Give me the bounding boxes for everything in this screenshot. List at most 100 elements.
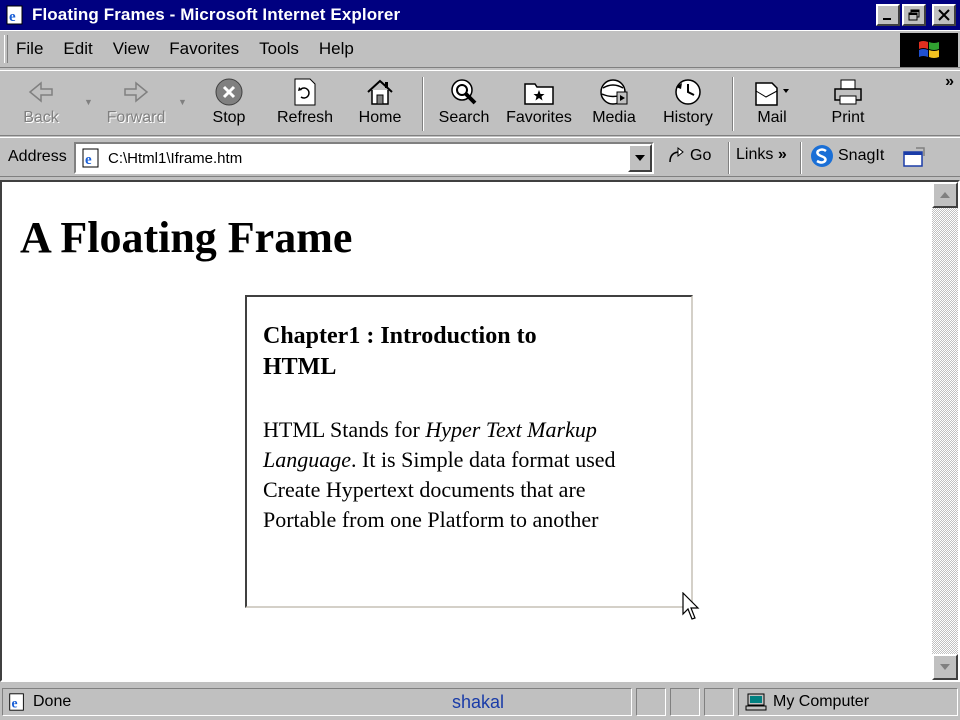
- restore-button[interactable]: [902, 4, 926, 26]
- zone-text: My Computer: [773, 693, 870, 710]
- back-arrow-icon: [28, 81, 53, 103]
- svg-text:e: e: [9, 9, 16, 25]
- restore-icon: [908, 9, 920, 21]
- forward-dropdown-icon[interactable]: ▼: [178, 97, 187, 107]
- forward-label: Forward: [106, 109, 166, 126]
- links-label: Links: [736, 146, 774, 163]
- home-label: Home: [358, 109, 402, 126]
- mail-icon: [755, 82, 789, 106]
- links-separator: [728, 142, 730, 174]
- search-label: Search: [438, 109, 490, 126]
- menu-favorites[interactable]: Favorites: [159, 39, 249, 59]
- stop-button[interactable]: Stop: [206, 75, 252, 133]
- address-label: Address: [8, 148, 67, 165]
- status-panel: [636, 688, 666, 716]
- windows-logo: [900, 33, 958, 67]
- menu-file[interactable]: File: [8, 39, 53, 59]
- history-button[interactable]: History: [660, 75, 716, 133]
- scroll-up-arrow-icon: [940, 192, 950, 198]
- menu-bar: File Edit View Favorites Tools Help: [0, 30, 960, 68]
- favorites-label: Favorites: [506, 109, 572, 126]
- scroll-down-button[interactable]: [932, 654, 958, 680]
- standard-toolbar: Back ▼ Forward ▼ Stop Refresh Home Searc…: [0, 70, 960, 136]
- floating-frame[interactable]: Chapter1 : Introduction to HTML HTML Sta…: [245, 295, 693, 608]
- stop-label: Stop: [212, 109, 246, 126]
- back-dropdown-icon[interactable]: ▼: [84, 97, 93, 107]
- print-label: Print: [831, 109, 865, 126]
- back-button[interactable]: Back: [18, 75, 64, 133]
- status-text: Done: [33, 693, 72, 710]
- svg-text:e: e: [12, 695, 18, 710]
- forward-button[interactable]: Forward: [100, 75, 172, 133]
- links-button[interactable]: Links »: [736, 146, 787, 164]
- address-bar: Address e C:\Html1\Iframe.htm Go Links »…: [0, 137, 960, 177]
- status-bar: e Done shakal My Computer: [0, 684, 960, 720]
- watermark-text: shakal: [452, 692, 505, 712]
- go-arrow-icon: [669, 146, 684, 163]
- favorites-folder-icon: [524, 83, 554, 105]
- address-input[interactable]: e C:\Html1\Iframe.htm: [74, 142, 654, 174]
- mail-button[interactable]: Mail: [748, 75, 796, 133]
- history-icon: [675, 79, 701, 105]
- address-url: C:\Html1\Iframe.htm: [108, 149, 243, 167]
- address-dropdown-button[interactable]: [628, 144, 652, 172]
- ie-page-icon: e: [82, 148, 99, 168]
- printer-icon: [834, 79, 862, 105]
- menu-view[interactable]: View: [103, 39, 160, 59]
- security-zone-panel: My Computer: [738, 688, 958, 716]
- links-separator: [800, 142, 802, 174]
- menu-edit[interactable]: Edit: [53, 39, 102, 59]
- snagit-s-icon: [811, 145, 833, 167]
- web-page: A Floating Frame Chapter1 : Introduction…: [2, 182, 934, 680]
- minimize-icon: [883, 18, 891, 20]
- iframe-text-before: HTML Stands for: [263, 417, 426, 442]
- menu-tools[interactable]: Tools: [249, 39, 309, 59]
- go-label: Go: [690, 147, 712, 164]
- title-bar: e Floating Frames - Microsoft Internet E…: [0, 0, 960, 30]
- page-heading: A Floating Frame: [20, 213, 353, 262]
- toolbar-more-chevron-icon[interactable]: »: [945, 73, 954, 91]
- minimize-button[interactable]: [876, 4, 900, 26]
- home-icon: [367, 79, 393, 105]
- mouse-pointer-icon: [682, 592, 700, 620]
- media-label: Media: [592, 109, 636, 126]
- refresh-label: Refresh: [276, 109, 334, 126]
- favorites-button[interactable]: Favorites: [504, 75, 574, 133]
- search-button[interactable]: Search: [436, 75, 492, 133]
- status-text-panel: e Done: [2, 688, 632, 716]
- scroll-up-button[interactable]: [932, 182, 958, 208]
- computer-icon: [745, 693, 767, 711]
- menu-help[interactable]: Help: [309, 39, 364, 59]
- toolbar-separator: [732, 77, 734, 131]
- home-button[interactable]: Home: [356, 75, 404, 133]
- snagit-label: SnagIt: [838, 147, 885, 164]
- search-icon: [451, 79, 477, 105]
- go-button[interactable]: Go: [666, 146, 711, 166]
- refresh-button[interactable]: Refresh: [274, 75, 336, 133]
- browser-viewport: A Floating Frame Chapter1 : Introduction…: [0, 180, 960, 682]
- close-button[interactable]: [932, 4, 956, 26]
- scroll-down-arrow-icon: [940, 664, 950, 670]
- vertical-scrollbar[interactable]: [932, 182, 958, 680]
- status-panel: [704, 688, 734, 716]
- links-chevron-icon: »: [777, 146, 787, 163]
- print-button[interactable]: Print: [826, 75, 870, 133]
- iframe-paragraph: HTML Stands for Hyper Text Markup Langua…: [263, 415, 663, 535]
- stop-icon: [215, 78, 243, 106]
- media-button[interactable]: Media: [588, 75, 640, 133]
- toolbar-separator: [422, 77, 424, 131]
- history-label: History: [663, 109, 713, 126]
- media-icon: [600, 79, 628, 105]
- windows-flag-icon: [919, 41, 939, 58]
- svg-text:e: e: [85, 152, 92, 168]
- window-title: Floating Frames - Microsoft Internet Exp…: [32, 5, 401, 24]
- snagit-button[interactable]: SnagIt: [810, 144, 884, 168]
- snagit-capture-window-icon[interactable]: [902, 146, 926, 168]
- chevron-down-icon: [635, 155, 645, 161]
- forward-arrow-icon: [124, 81, 149, 103]
- iframe-heading: Chapter1 : Introduction to HTML: [263, 323, 537, 380]
- close-icon: [938, 9, 950, 21]
- refresh-icon: [294, 78, 316, 106]
- status-panel: [670, 688, 700, 716]
- ie-page-icon: e: [9, 693, 24, 711]
